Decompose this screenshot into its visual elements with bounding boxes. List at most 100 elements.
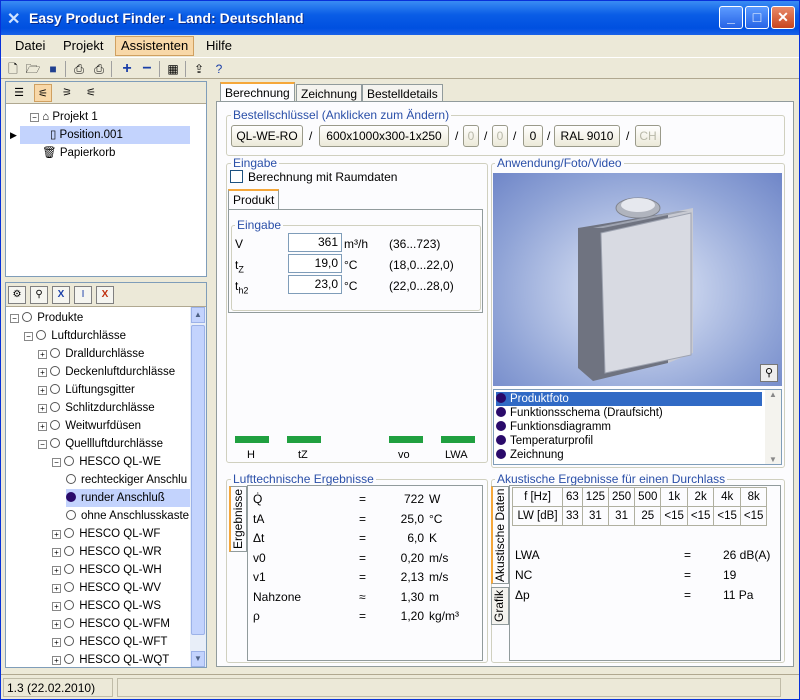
tree-item-product[interactable]: + Weitwurfdüsen bbox=[38, 417, 141, 435]
media-item[interactable]: Zeichnung bbox=[496, 448, 762, 462]
tree-item-product[interactable]: − Luftdurchlässe bbox=[24, 327, 126, 345]
expand-toggle-icon[interactable]: + bbox=[52, 566, 61, 575]
tree-item-product[interactable]: + HESCO QL-WFT bbox=[52, 633, 167, 651]
supply-temp-input[interactable]: 19,0 bbox=[288, 254, 342, 273]
print-icon[interactable]: ⎙ bbox=[91, 61, 107, 77]
order-key-country-button[interactable]: CH bbox=[635, 125, 661, 147]
close-button[interactable]: ✕ bbox=[771, 6, 795, 29]
tree-item-product[interactable]: + HESCO QL-WV bbox=[52, 579, 161, 597]
order-key-option2-button[interactable]: 0 bbox=[492, 125, 508, 147]
menu-projekt[interactable]: Projekt bbox=[63, 38, 103, 53]
room-temp-input[interactable]: 23,0 bbox=[288, 275, 342, 294]
order-key-color-button[interactable]: RAL 9010 bbox=[554, 125, 620, 147]
scroll-up-icon[interactable]: ▲ bbox=[765, 390, 781, 399]
tree-item-product[interactable]: + HESCO QL-WS bbox=[52, 597, 161, 615]
expand-toggle-icon[interactable]: + bbox=[52, 656, 61, 665]
air-result-eq: = bbox=[359, 511, 367, 526]
order-key-size-button[interactable]: 600x1000x300-1x250 bbox=[319, 125, 449, 147]
collapse-tree-icon[interactable]: ⚟ bbox=[82, 84, 100, 102]
menu-datei[interactable]: Datei bbox=[15, 38, 45, 53]
expand-toggle-icon[interactable]: + bbox=[52, 548, 61, 557]
volume-flow-input[interactable]: 361 bbox=[288, 233, 342, 252]
media-item[interactable]: Funktionsschema (Draufsicht) bbox=[496, 406, 762, 420]
open-folder-icon[interactable]: 🗁 bbox=[25, 61, 41, 77]
expand-toggle-icon[interactable]: + bbox=[52, 584, 61, 593]
maximize-button[interactable]: □ bbox=[745, 6, 769, 29]
tree-item-product[interactable]: − Quellluftdurchlässe bbox=[38, 435, 163, 453]
tree-item-product[interactable]: + Dralldurchlässe bbox=[38, 345, 144, 363]
expand-tree-icon[interactable]: ⚞ bbox=[58, 84, 76, 102]
media-item[interactable]: Produktfoto bbox=[496, 392, 762, 406]
menu-assistenten[interactable]: Assistenten bbox=[115, 36, 195, 56]
order-key-separator: / bbox=[513, 129, 517, 143]
tree-item-product[interactable]: + HESCO QL-WQT bbox=[52, 651, 169, 667]
air-result-eq: ≈ bbox=[359, 589, 366, 604]
order-key-type-button[interactable]: QL-WE-RO bbox=[231, 125, 303, 147]
tree-item-product[interactable]: + HESCO QL-WFM bbox=[52, 615, 170, 633]
media-item[interactable]: Temperaturprofil bbox=[496, 434, 762, 448]
expand-toggle-icon[interactable]: − bbox=[38, 440, 47, 449]
tree-item-product[interactable]: + Lüftungsgitter bbox=[38, 381, 135, 399]
export-icon[interactable]: ⇪ bbox=[191, 61, 207, 77]
tree-item-product[interactable]: − Produkte bbox=[10, 309, 83, 327]
tree-item-product[interactable]: + Deckenluftdurchlässe bbox=[38, 363, 175, 381]
new-file-icon[interactable]: 🗋 bbox=[5, 61, 21, 77]
filter-icon[interactable]: ⚲ bbox=[30, 286, 48, 304]
expand-toggle-icon[interactable]: + bbox=[38, 350, 47, 359]
expand-toggle-icon[interactable]: + bbox=[38, 368, 47, 377]
expand-toggle-icon[interactable]: + bbox=[38, 422, 47, 431]
cross-icon[interactable]: X bbox=[52, 286, 70, 304]
menu-hilfe[interactable]: Hilfe bbox=[206, 38, 232, 53]
expand-toggle-icon[interactable]: − bbox=[24, 332, 33, 341]
subtab-produkt[interactable]: Produkt bbox=[228, 189, 280, 209]
tree-item-product[interactable]: + HESCO QL-WR bbox=[52, 543, 162, 561]
tab-acoustic-data[interactable]: Akustische Daten bbox=[491, 486, 509, 584]
save-icon[interactable]: ■ bbox=[45, 61, 61, 77]
tree-item-product[interactable]: rechteckiger Anschlu bbox=[66, 471, 187, 489]
tree-item-product[interactable]: ohne Anschlusskaste bbox=[66, 507, 189, 525]
tree-item-product[interactable]: runder Anschluß bbox=[66, 489, 190, 507]
scroll-down-icon[interactable]: ▼ bbox=[765, 455, 781, 464]
expand-toggle-icon[interactable]: + bbox=[52, 620, 61, 629]
tree-view-icon[interactable]: ⚟ bbox=[34, 84, 52, 102]
expand-toggle-icon[interactable]: + bbox=[52, 638, 61, 647]
order-key-option1-button[interactable]: 0 bbox=[463, 125, 479, 147]
settings-icon[interactable]: ⚙ bbox=[8, 286, 26, 304]
add-icon[interactable]: + bbox=[119, 61, 135, 77]
media-item[interactable]: Funktionsdiagramm bbox=[496, 420, 762, 434]
calculator-icon[interactable]: ▦ bbox=[165, 61, 181, 77]
tree-item-position[interactable]: ▯ Position.001 bbox=[20, 126, 190, 144]
expand-toggle-icon[interactable]: + bbox=[38, 386, 47, 395]
scroll-thumb[interactable] bbox=[191, 325, 205, 635]
media-scrollbar[interactable]: ▲ ▼ bbox=[765, 390, 781, 464]
minimize-button[interactable]: _ bbox=[719, 6, 743, 29]
tree-item-product[interactable]: + HESCO QL-WH bbox=[52, 561, 162, 579]
remove-icon[interactable]: − bbox=[139, 61, 155, 77]
air-result-unit: m bbox=[429, 589, 439, 604]
tree-scrollbar[interactable]: ▲ ▼ bbox=[190, 307, 206, 667]
tab-grafik[interactable]: Grafik bbox=[491, 587, 509, 625]
room-data-checkbox[interactable] bbox=[230, 170, 243, 183]
cursor-icon[interactable]: I bbox=[74, 286, 92, 304]
tree-item-product[interactable]: + Schlitzdurchlässe bbox=[38, 399, 155, 417]
scroll-down-icon[interactable]: ▼ bbox=[191, 651, 205, 667]
title-bar[interactable]: ✕ Easy Product Finder - Land: Deutschlan… bbox=[1, 1, 799, 35]
scroll-up-icon[interactable]: ▲ bbox=[191, 307, 205, 323]
print-preview-icon[interactable]: ⎙ bbox=[71, 61, 87, 77]
tree-item-product[interactable]: − HESCO QL-WE bbox=[52, 453, 161, 471]
tree-item-project[interactable]: − ⌂ Projekt 1 bbox=[30, 108, 98, 126]
expand-toggle-icon[interactable]: − bbox=[52, 458, 61, 467]
collapse-icon[interactable]: − bbox=[30, 113, 39, 122]
expand-toggle-icon[interactable]: + bbox=[52, 530, 61, 539]
delete-icon[interactable]: X bbox=[96, 286, 114, 304]
expand-toggle-icon[interactable]: + bbox=[52, 602, 61, 611]
list-view-icon[interactable]: ☰ bbox=[10, 84, 28, 102]
help-icon[interactable]: ? bbox=[211, 61, 227, 77]
tree-item-trash[interactable]: 🗑 Papierkorb bbox=[42, 144, 115, 162]
order-key-option3-button[interactable]: 0 bbox=[523, 125, 543, 147]
expand-toggle-icon[interactable]: − bbox=[10, 314, 19, 323]
expand-toggle-icon[interactable]: + bbox=[38, 404, 47, 413]
tab-ergebnisse[interactable]: Ergebnisse bbox=[229, 486, 247, 552]
zoom-icon[interactable]: ⚲ bbox=[760, 364, 778, 382]
tree-item-product[interactable]: + HESCO QL-WF bbox=[52, 525, 160, 543]
